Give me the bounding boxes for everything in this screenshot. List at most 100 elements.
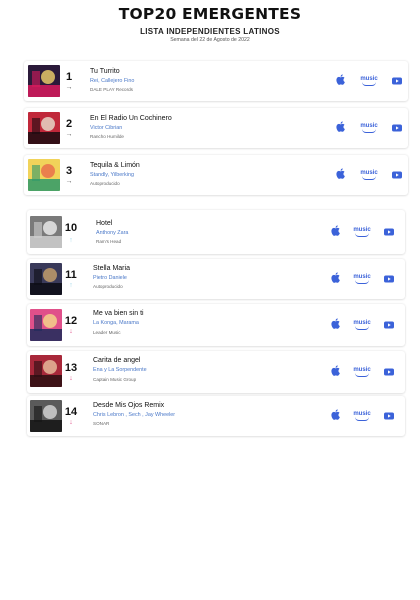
amazon-music-label: music	[353, 367, 371, 373]
chart-entry-row[interactable]: 11 ↑ Stella Maria Pietro Daniele Autoproduci…	[27, 259, 405, 299]
rank-number: 1	[65, 71, 73, 83]
youtube-button[interactable]	[391, 123, 403, 133]
apple-music-button[interactable]	[329, 223, 341, 241]
apple-music-button[interactable]	[334, 74, 346, 87]
amazon-smile-icon	[355, 326, 369, 330]
record-label: Rancho Humilde	[90, 134, 124, 139]
youtube-button[interactable]	[391, 170, 403, 180]
artist-name[interactable]: Anthony Zara	[96, 230, 128, 236]
amazon-smile-icon	[355, 233, 369, 237]
album-cover[interactable]	[30, 216, 62, 248]
amazon-music-button[interactable]: music	[358, 122, 380, 134]
apple-music-icon	[330, 223, 340, 241]
apple-music-button[interactable]	[329, 407, 341, 425]
chart-week-date: Semana del 22 de Agosto de 2022	[170, 37, 250, 43]
artist-name[interactable]: Rei, Callejero Fino	[90, 78, 134, 84]
amazon-music-label: music	[360, 170, 378, 176]
chart-entry-row[interactable]: 2 → En El Radio Un Cochinero Victor Cibrian…	[24, 108, 408, 148]
album-cover[interactable]	[28, 65, 60, 97]
artist-name[interactable]: La Konga, Marama	[93, 320, 139, 326]
youtube-button[interactable]	[383, 411, 395, 421]
amazon-music-button[interactable]: music	[351, 366, 373, 378]
song-title[interactable]: En El Radio Un Cochinero	[90, 115, 172, 122]
amazon-music-icon: music	[360, 170, 378, 180]
amazon-music-icon: music	[353, 411, 371, 421]
song-title[interactable]: Me va bien sin ti	[93, 310, 144, 317]
rank-number: 12	[64, 315, 78, 327]
album-cover[interactable]	[28, 159, 60, 191]
apple-music-button[interactable]	[329, 272, 341, 285]
artist-name[interactable]: Victor Cibrian	[90, 125, 122, 131]
apple-music-button[interactable]	[334, 121, 346, 134]
record-label: Leader Music	[93, 330, 121, 335]
youtube-button[interactable]	[383, 367, 395, 377]
youtube-button[interactable]	[383, 227, 395, 237]
rank-number: 13	[64, 362, 78, 374]
artist-name[interactable]: Ena y La Sorpendente	[93, 367, 147, 373]
song-title[interactable]: Tu Turrito	[90, 68, 120, 75]
youtube-icon	[384, 363, 394, 381]
chart-entry-row[interactable]: 14 ↓ Desde Mis Ojos Remix Chris Lebron , Se…	[27, 396, 405, 436]
youtube-icon	[384, 223, 394, 241]
youtube-icon	[392, 72, 402, 90]
record-label: Autoproducido	[90, 181, 120, 186]
album-cover[interactable]	[30, 263, 62, 295]
youtube-button[interactable]	[383, 274, 395, 284]
album-cover[interactable]	[30, 355, 62, 387]
apple-music-button[interactable]	[334, 166, 346, 184]
trend-down-icon: ↓	[69, 328, 73, 335]
artist-name[interactable]: Chris Lebron , Sech , Jay Wheeler	[93, 412, 175, 418]
artist-name[interactable]: Standly, Yilberking	[90, 172, 134, 178]
amazon-smile-icon	[355, 417, 369, 421]
rank-number: 3	[65, 165, 73, 177]
album-cover[interactable]	[30, 400, 62, 432]
amazon-music-button[interactable]: music	[351, 410, 373, 422]
amazon-music-label: music	[353, 227, 371, 233]
apple-music-icon	[330, 407, 340, 425]
album-cover[interactable]	[30, 309, 62, 341]
amazon-music-label: music	[353, 411, 371, 417]
trend-up-icon: ↑	[69, 282, 73, 289]
amazon-music-icon: music	[360, 123, 378, 133]
amazon-music-button[interactable]: music	[358, 169, 380, 181]
youtube-button[interactable]	[391, 76, 403, 86]
youtube-icon	[384, 270, 394, 288]
chart-entry-row[interactable]: 10 ↑ Hotel Anthony Zara Ram's Head music	[27, 210, 405, 254]
amazon-music-icon: music	[353, 320, 371, 330]
amazon-smile-icon	[362, 129, 376, 133]
amazon-music-button[interactable]: music	[358, 75, 380, 87]
apple-music-button[interactable]	[329, 363, 341, 381]
song-title[interactable]: Hotel	[96, 220, 112, 227]
amazon-music-label: music	[353, 320, 371, 326]
rank-number: 10	[64, 222, 78, 234]
youtube-button[interactable]	[383, 320, 395, 330]
rank-number: 14	[64, 406, 78, 418]
amazon-music-button[interactable]: music	[351, 319, 373, 331]
apple-music-icon	[330, 363, 340, 381]
amazon-music-button[interactable]: music	[351, 226, 373, 238]
amazon-music-label: music	[360, 123, 378, 129]
trend-up-icon: ↑	[69, 237, 73, 244]
apple-music-icon	[330, 316, 340, 334]
chart-entry-row[interactable]: 12 ↓ Me va bien sin ti La Konga, Marama Lead…	[27, 304, 405, 346]
amazon-smile-icon	[362, 176, 376, 180]
song-title[interactable]: Desde Mis Ojos Remix	[93, 402, 164, 409]
amazon-music-icon: music	[360, 76, 378, 86]
artist-name[interactable]: Pietro Daniele	[93, 275, 127, 281]
amazon-smile-icon	[362, 82, 376, 86]
chart-entry-row[interactable]: 13 ↓ Carita de angel Ena y La Sorpendente Ca…	[27, 351, 405, 393]
song-title[interactable]: Carita de angel	[93, 357, 140, 364]
amazon-music-button[interactable]: music	[351, 273, 373, 285]
apple-music-button[interactable]	[329, 316, 341, 334]
song-title[interactable]: Tequila & Limón	[90, 162, 140, 169]
chart-entry-row[interactable]: 3 → Tequila & Limón Standly, Yilberking Auto…	[24, 155, 408, 195]
album-cover[interactable]	[28, 112, 60, 144]
trend-down-icon: ↓	[69, 419, 73, 426]
amazon-music-label: music	[360, 76, 378, 82]
record-label: SONAR	[93, 421, 110, 426]
youtube-icon	[384, 316, 394, 334]
record-label: Ram's Head	[96, 239, 122, 244]
chart-entry-row[interactable]: 1 → Tu Turrito Rei, Callejero Fino DALE PLAY…	[24, 61, 408, 101]
apple-music-icon	[335, 166, 345, 184]
song-title[interactable]: Stella Maria	[93, 265, 130, 272]
